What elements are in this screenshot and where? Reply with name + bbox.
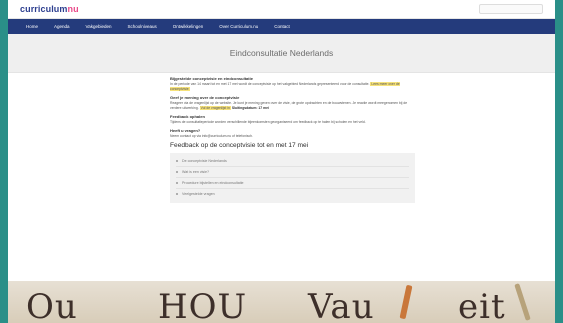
nav-item-contact[interactable]: Contact — [274, 24, 290, 29]
bullet-icon — [176, 171, 178, 173]
photo-text: Ou — [26, 287, 78, 323]
section-text: Neem contact op via info@curriculum.nu o… — [170, 134, 253, 138]
pencil-shape — [514, 283, 531, 321]
section-heading: Heeft u vragen? — [170, 128, 201, 133]
list-item-label: Wat is een visie? — [182, 169, 210, 174]
bullet-icon — [176, 160, 178, 162]
nav-item-schoolniveaus[interactable]: Schoolniveaus — [127, 24, 156, 29]
photo-text: eit — [458, 287, 506, 323]
main-navigation: Home Agenda Vakgebieden Schoolniveaus On… — [8, 19, 555, 34]
page-banner: Eindconsultatie Nederlands — [8, 34, 555, 73]
list-item-label: Veelgestelde vragen — [182, 191, 215, 196]
list-item[interactable]: Wat is een visie? — [176, 167, 409, 178]
section-heading: Geef je mening over de conceptvisie — [170, 95, 240, 100]
bullet-icon — [176, 193, 178, 195]
section-heading: Feedback ophalen — [170, 114, 205, 119]
logo-accent-text: nu — [67, 4, 79, 14]
site-logo[interactable]: curriculumnu — [20, 4, 79, 14]
photo-text: Vau — [308, 287, 375, 323]
survey-link[interactable]: Vul de vragenlijst in — [199, 106, 231, 110]
cta-heading: Feedback op de conceptvisie tot en met 1… — [170, 142, 309, 149]
list-item-label: Procedure bijstellen en eindconsultatie — [182, 180, 244, 185]
list-item-label: De conceptvisie Nederlands — [182, 158, 227, 163]
nav-item-home[interactable]: Home — [26, 24, 38, 29]
nav-item-over[interactable]: Over Curriculum.nu — [219, 24, 258, 29]
bullet-icon — [176, 182, 178, 184]
section-body: In de periode van 14 maart tot en met 17… — [170, 82, 370, 86]
search-input[interactable] — [479, 4, 543, 14]
deadline-text: Sluitingsdatum: 17 mei — [231, 106, 269, 110]
footer-photo: Ou HOU Vau eit — [8, 281, 555, 323]
resource-card: De conceptvisie Nederlands Wat is een vi… — [170, 153, 415, 203]
logo-main-text: curriculum — [20, 4, 68, 14]
list-item[interactable]: De conceptvisie Nederlands — [176, 156, 409, 167]
list-item[interactable]: Procedure bijstellen en eindconsultatie — [176, 178, 409, 189]
list-item[interactable]: Veelgestelde vragen — [176, 189, 409, 199]
page-title: Eindconsultatie Nederlands — [229, 48, 334, 58]
header: curriculumnu — [8, 0, 555, 19]
section-text: Reageer via de vragenlijst op de website… — [170, 101, 415, 111]
section-heading: Bijgestelde conceptvisie en eindconsulta… — [170, 76, 253, 81]
main-content: Bijgestelde conceptvisie en eindconsulta… — [170, 76, 415, 203]
section-text: In de periode van 14 maart tot en met 17… — [170, 82, 415, 92]
browser-page: curriculumnu Home Agenda Vakgebieden Sch… — [8, 0, 555, 323]
section-text: Tijdens de consultatieperiode worden ver… — [170, 120, 366, 124]
pencil-shape — [399, 284, 413, 320]
nav-item-vakgebieden[interactable]: Vakgebieden — [86, 24, 112, 29]
nav-item-agenda[interactable]: Agenda — [54, 24, 70, 29]
nav-item-ontwikkelingen[interactable]: Ontwikkelingen — [173, 24, 204, 29]
photo-text: HOU — [158, 287, 248, 323]
